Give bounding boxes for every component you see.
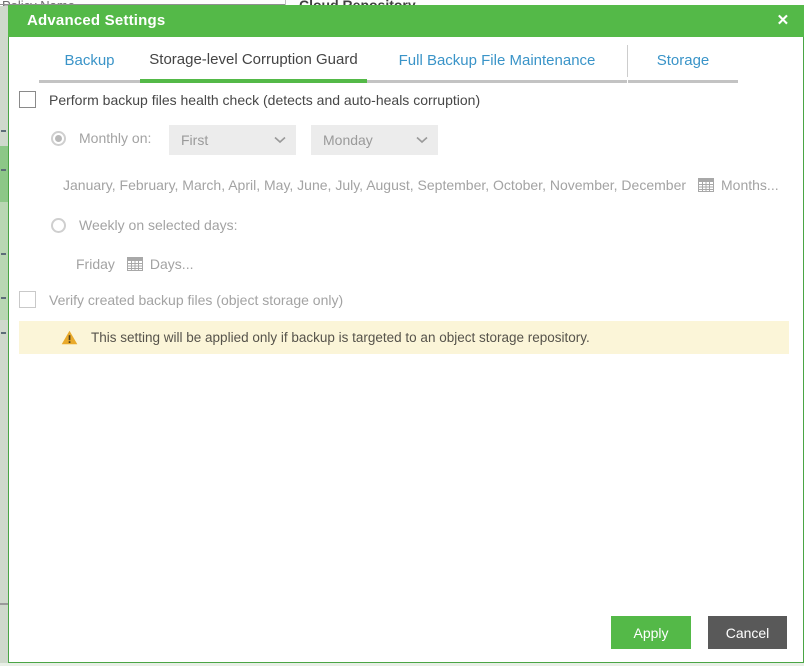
verify-row: Verify created backup files (object stor… [19,291,343,308]
monthly-label: Monthly on: [79,130,152,146]
weekday-dropdown[interactable]: Monday [311,125,438,155]
apply-button[interactable]: Apply [611,616,691,649]
background-text-fragment [1,332,6,334]
monthly-radio[interactable] [51,130,66,146]
background-text-fragment [1,297,6,299]
week-number-dropdown[interactable]: First [169,125,296,155]
weekday-value: Monday [323,132,373,148]
tab-storage[interactable]: Storage [628,40,738,83]
background-panel-fragment [0,202,8,320]
days-selected-list: Friday [76,256,115,272]
verify-checkbox[interactable] [19,291,36,308]
months-selected-list: January, February, March, April, May, Ju… [63,177,687,193]
health-check-label: Perform backup files health check (detec… [49,91,481,108]
tab-full-backup-file-maintenance[interactable]: Full Backup File Maintenance [367,40,627,83]
health-check-checkbox[interactable] [19,91,36,108]
warning-banner: This setting will be applied only if bac… [19,321,789,354]
tab-bar: Backup Storage-level Corruption Guard Fu… [9,37,803,83]
calendar-icon [698,178,715,192]
background-page-left-strip [0,6,8,666]
days-row: Friday Days... [76,256,193,272]
calendar-icon [126,257,143,271]
tab-backup[interactable]: Backup [39,40,140,83]
background-text-fragment [1,130,6,132]
months-button[interactable]: Months... [721,177,779,193]
monthly-row: Monthly on: [51,130,151,146]
background-line-fragment [0,603,8,605]
close-icon[interactable]: ✕ [771,5,795,37]
radio-dot [55,134,62,142]
verify-label: Verify created backup files (object stor… [49,291,344,308]
cancel-button[interactable]: Cancel [708,616,787,649]
tab-storage-level-corruption-guard[interactable]: Storage-level Corruption Guard [140,39,367,83]
warning-icon [61,330,78,345]
background-text-fragment [1,169,6,171]
advanced-settings-dialog: Advanced Settings ✕ Backup Storage-level… [8,5,804,663]
weekly-row: Weekly on selected days: [51,217,238,233]
chevron-down-icon [274,136,286,144]
background-selected-item-fragment [0,146,8,202]
screen: Policy Name Cloud Repository Advanced Se… [0,0,804,666]
weekly-radio[interactable] [51,217,66,233]
background-text-fragment [1,253,6,255]
chevron-down-icon [416,136,428,144]
warning-text: This setting will be applied only if bac… [91,330,590,345]
week-number-value: First [181,132,209,148]
health-check-row: Perform backup files health check (detec… [19,91,480,108]
months-row: January, February, March, April, May, Ju… [63,177,779,193]
dialog-titlebar: Advanced Settings ✕ [8,5,804,37]
dialog-title: Advanced Settings [27,12,166,29]
days-button[interactable]: Days... [150,256,194,272]
weekly-label: Weekly on selected days: [79,217,238,233]
